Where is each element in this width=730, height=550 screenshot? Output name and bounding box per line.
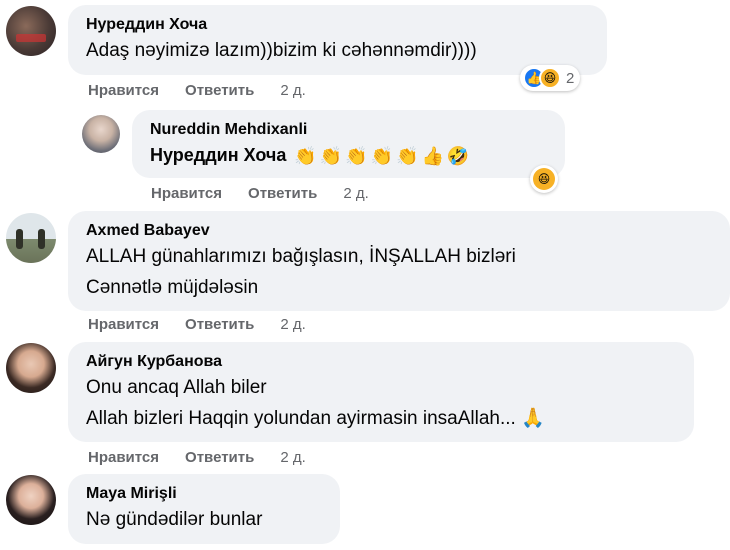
comment-bubble: Maya Mirişli Nə gündədilər bunlar	[68, 474, 340, 544]
like-button[interactable]: Нравится	[88, 449, 159, 466]
comment-text: ALLAH günahlarımızı bağışlasın, İNŞALLAH…	[86, 246, 516, 267]
clap-emoji: 👏	[345, 145, 368, 166]
clap-emoji: 👏	[370, 145, 394, 166]
comment-text: Нуреддин Хоча 👏 👏 👏 👏 👏 👍 🤣	[150, 140, 565, 172]
comment-author[interactable]: Nureddin Mehdixanli	[150, 120, 565, 140]
rofl-emoji: 🤣	[446, 145, 470, 166]
comment-bubble: Nureddin Mehdixanli Нуреддин Хоча 👏 👏 👏 👏 👏 👍 🤣	[132, 110, 565, 178]
like-button[interactable]: Нравится	[151, 185, 222, 202]
mention-link[interactable]: Нуреддин Хоча	[150, 145, 286, 165]
reaction-summary[interactable]: 👍 😆 2	[520, 65, 581, 91]
comment-actions: Нравится Ответить 2 д.	[151, 185, 369, 202]
comment-author[interactable]: Axmed Babayev	[86, 221, 730, 241]
avatar[interactable]	[6, 343, 56, 393]
thumbs-up-emoji: 👍	[421, 145, 444, 166]
reply-button[interactable]: Ответить	[185, 82, 254, 99]
comment-author[interactable]: Айгун Курбанова	[86, 352, 694, 372]
comment-text: Onu ancaq Allah biler	[86, 377, 267, 398]
emoji-group: 👏 👏 👏 👏 👏 👍 🤣	[294, 141, 469, 172]
reaction-count: 2	[566, 69, 575, 87]
comment-time[interactable]: 2 д.	[280, 316, 305, 333]
haha-reaction-icon: 😆	[533, 168, 555, 190]
comment-time[interactable]: 2 д.	[343, 185, 368, 202]
avatar[interactable]	[6, 475, 56, 525]
comment-bubble: Axmed Babayev ALLAH günahlarımızı bağışl…	[68, 211, 730, 311]
comment-author[interactable]: Maya Mirişli	[86, 484, 340, 504]
comment-text: Cənnətlə müjdələsin	[86, 277, 259, 298]
haha-reaction-icon: 😆	[539, 67, 561, 89]
reaction-summary[interactable]: 😆	[530, 165, 558, 193]
reply-button[interactable]: Ответить	[248, 185, 317, 202]
comment-actions: Нравится Ответить 2 д.	[88, 449, 306, 466]
comment-actions: Нравится Ответить 2 д.	[88, 82, 306, 99]
comment-time[interactable]: 2 д.	[280, 82, 305, 99]
comment-author[interactable]: Нуреддин Хоча	[86, 15, 607, 35]
avatar[interactable]	[6, 6, 56, 56]
reply-button[interactable]: Ответить	[185, 316, 254, 333]
comment-actions: Нравится Ответить 2 д.	[88, 316, 306, 333]
comment-bubble: Айгун Курбанова Onu ancaq Allah biler Al…	[68, 342, 694, 442]
clap-emoji: 👏	[319, 145, 343, 166]
like-button[interactable]: Нравится	[88, 82, 159, 99]
clap-emoji: 👏	[294, 145, 317, 166]
comment-text: Nə gündədilər bunlar	[86, 509, 263, 530]
avatar[interactable]	[82, 115, 120, 153]
comment-text: Allah bizleri Haqqin yolundan ayirmasin …	[86, 408, 545, 429]
comment-time[interactable]: 2 д.	[280, 449, 305, 466]
comment-bubble: Нуреддин Хоча Adaş nəyimizə lazım))bizim…	[68, 5, 607, 75]
reply-button[interactable]: Ответить	[185, 449, 254, 466]
clap-emoji: 👏	[396, 145, 419, 166]
like-button[interactable]: Нравится	[88, 316, 159, 333]
avatar[interactable]	[6, 213, 56, 263]
comment-text: Adaş nəyimizə lazım))bizim ki cəhənnəmdi…	[86, 40, 477, 61]
